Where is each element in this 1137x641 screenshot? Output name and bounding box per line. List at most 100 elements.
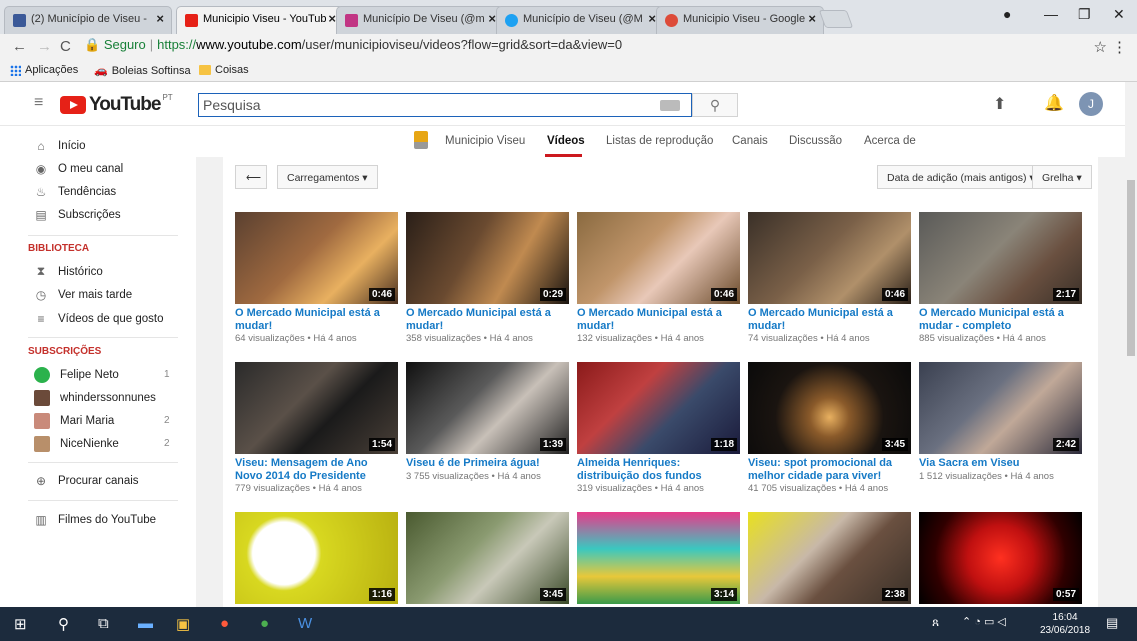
back-arrow-button[interactable]: ⟵: [235, 165, 267, 189]
video-card[interactable]: 1:18 Almeida Henriques: distribuição dos …: [577, 362, 740, 494]
sidebar-item-youtube-movies[interactable]: ▥ Filmes do YouTube: [34, 513, 156, 527]
sidebar-sub-felipe-neto[interactable]: Felipe Neto: [34, 367, 119, 383]
close-icon[interactable]: ×: [156, 11, 164, 26]
tab-channels[interactable]: Canais: [732, 135, 768, 147]
taskbar-clock[interactable]: 16:04 23/06/2018: [1040, 611, 1090, 637]
video-card[interactable]: 0:57: [919, 512, 1082, 608]
video-title[interactable]: O Mercado Municipal está a mudar!: [406, 307, 569, 332]
video-thumbnail[interactable]: 1:18: [577, 362, 740, 454]
file-explorer-icon[interactable]: ▬: [138, 615, 153, 632]
avatar[interactable]: J: [1079, 92, 1103, 116]
video-card[interactable]: 0:46 O Mercado Municipal está a mudar! 74 …: [748, 212, 911, 344]
reload-icon[interactable]: C: [60, 38, 71, 55]
video-card[interactable]: 0:46 O Mercado Municipal está a mudar! 64 …: [235, 212, 398, 344]
video-card[interactable]: 3:45: [406, 512, 569, 608]
sidebar-item-history[interactable]: ⧗ Histórico: [34, 264, 103, 279]
video-thumbnail[interactable]: 2:17: [919, 212, 1082, 304]
address-bar[interactable]: 🔒 Seguro | https://www.youtube.com/user/mu…: [84, 37, 622, 53]
search-icon[interactable]: ⚲: [58, 615, 69, 633]
sort-dropdown[interactable]: Data de adição (mais antigos) ▾: [877, 165, 1045, 189]
restore-icon[interactable]: ❐: [1078, 6, 1091, 23]
browser-tab-twitter[interactable]: Município de Viseu (@M ×: [496, 6, 664, 34]
video-card[interactable]: 2:42 Via Sacra em Viseu 1 512 visualizaçõe…: [919, 362, 1082, 482]
browser-tab-youtube[interactable]: Municipio Viseu - YouTub ×: [176, 6, 344, 34]
profile-icon[interactable]: ●: [1003, 6, 1011, 22]
system-tray-icons[interactable]: ⌃ ◔ ▭ ◁: [962, 615, 1006, 628]
whatsapp-icon[interactable]: ●: [260, 615, 269, 632]
video-thumbnail[interactable]: 0:46: [748, 212, 911, 304]
menu-icon[interactable]: ⋮: [1112, 38, 1127, 56]
hamburger-menu-icon[interactable]: ≡: [34, 94, 43, 112]
keyboard-icon[interactable]: [660, 100, 680, 111]
browser-tab-google[interactable]: Municipio Viseu - Google ×: [656, 6, 824, 34]
word-icon[interactable]: W: [298, 615, 312, 632]
sidebar-item-trending[interactable]: ♨ Tendências: [34, 185, 117, 199]
video-title[interactable]: O Mercado Municipal está a mudar!: [577, 307, 740, 332]
channel-name[interactable]: Municipio Viseu: [445, 135, 525, 147]
video-title[interactable]: Viseu: spot promocional da melhor cidade…: [748, 457, 911, 482]
store-icon[interactable]: ▣: [176, 615, 190, 633]
video-card[interactable]: 1:16: [235, 512, 398, 608]
video-thumbnail[interactable]: 1:54: [235, 362, 398, 454]
video-card[interactable]: 1:54 Viseu: Mensagem de Ano Novo 2014 do …: [235, 362, 398, 494]
tab-discussion[interactable]: Discussão: [789, 135, 842, 147]
upload-icon[interactable]: ⬆: [993, 94, 1006, 114]
view-dropdown[interactable]: Grelha ▾: [1032, 165, 1092, 189]
sidebar-item-my-channel[interactable]: ◉ O meu canal: [34, 162, 123, 176]
notifications-bell-icon[interactable]: 🔔: [1044, 93, 1064, 113]
video-title[interactable]: Viseu: Mensagem de Ano Novo 2014 do Pres…: [235, 457, 398, 482]
video-thumbnail[interactable]: 0:29: [406, 212, 569, 304]
close-icon[interactable]: ×: [488, 11, 496, 26]
close-icon[interactable]: ×: [808, 11, 816, 26]
video-thumbnail[interactable]: 3:45: [748, 362, 911, 454]
close-icon[interactable]: ×: [648, 11, 656, 26]
bookmark-coisas[interactable]: Coisas: [199, 64, 249, 76]
browser-tab-instagram[interactable]: Município De Viseu (@m ×: [336, 6, 504, 34]
search-input[interactable]: [198, 93, 692, 117]
video-title[interactable]: Almeida Henriques: distribuição dos fund…: [577, 457, 740, 482]
close-icon[interactable]: ×: [328, 11, 336, 26]
tab-videos[interactable]: Vídeos: [547, 135, 585, 147]
video-thumbnail[interactable]: 0:46: [235, 212, 398, 304]
people-icon[interactable]: ጸ: [932, 615, 939, 630]
sidebar-item-home[interactable]: ⌂ Início: [34, 139, 85, 153]
video-title[interactable]: O Mercado Municipal está a mudar!: [235, 307, 398, 332]
bookmark-star-icon[interactable]: ☆: [1094, 38, 1107, 56]
minimize-icon[interactable]: —: [1044, 6, 1058, 22]
sidebar-item-liked-videos[interactable]: ≡ Vídeos de que gosto: [34, 312, 163, 326]
sidebar-item-subscriptions[interactable]: ▤ Subscrições: [34, 208, 120, 222]
tab-about[interactable]: Acerca de: [864, 135, 916, 147]
back-icon[interactable]: ←: [12, 38, 27, 55]
video-title[interactable]: O Mercado Municipal está a mudar - compl…: [919, 307, 1082, 332]
video-card[interactable]: 3:45 Viseu: spot promocional da melhor ci…: [748, 362, 911, 494]
video-title[interactable]: O Mercado Municipal está a mudar!: [748, 307, 911, 332]
video-card[interactable]: 0:46 O Mercado Municipal está a mudar! 132…: [577, 212, 740, 344]
windows-start-icon[interactable]: ⊞: [14, 615, 27, 633]
video-thumbnail[interactable]: 1:39: [406, 362, 569, 454]
scrollbar-thumb[interactable]: [1127, 180, 1135, 356]
video-title[interactable]: Via Sacra em Viseu: [919, 457, 1082, 470]
video-card[interactable]: 0:29 O Mercado Municipal está a mudar! 358…: [406, 212, 569, 344]
video-thumbnail[interactable]: 3:14: [577, 512, 740, 604]
sidebar-item-watch-later[interactable]: ◷ Ver mais tarde: [34, 288, 132, 302]
video-thumbnail[interactable]: 0:46: [577, 212, 740, 304]
sidebar-item-browse-channels[interactable]: ⊕ Procurar canais: [34, 474, 139, 488]
bookmark-apps[interactable]: Aplicações: [10, 64, 78, 76]
sidebar-sub-nicenienke[interactable]: NiceNienke: [34, 436, 119, 452]
chrome-icon[interactable]: ●: [220, 615, 229, 632]
video-title[interactable]: Viseu é de Primeira água!: [406, 457, 569, 470]
video-thumbnail[interactable]: 1:16: [235, 512, 398, 604]
youtube-logo[interactable]: YouTube PT: [60, 93, 173, 116]
search-button[interactable]: ⚲: [692, 93, 738, 117]
video-thumbnail[interactable]: 3:45: [406, 512, 569, 604]
browser-tab-facebook[interactable]: (2) Município de Viseu - ×: [4, 6, 172, 34]
video-card[interactable]: 1:39 Viseu é de Primeira água! 3 755 visua…: [406, 362, 569, 482]
video-card[interactable]: 2:38: [748, 512, 911, 608]
close-window-icon[interactable]: ✕: [1113, 6, 1125, 23]
uploads-dropdown[interactable]: Carregamentos ▾: [277, 165, 378, 189]
bookmark-boleias[interactable]: 🚗 Boleias Softinsa: [94, 64, 191, 78]
sidebar-sub-whindersson[interactable]: whinderssonnunes: [34, 390, 156, 406]
forward-icon[interactable]: →: [37, 38, 52, 55]
new-tab-button[interactable]: [818, 10, 854, 28]
tab-playlists[interactable]: Listas de reprodução: [606, 135, 713, 147]
